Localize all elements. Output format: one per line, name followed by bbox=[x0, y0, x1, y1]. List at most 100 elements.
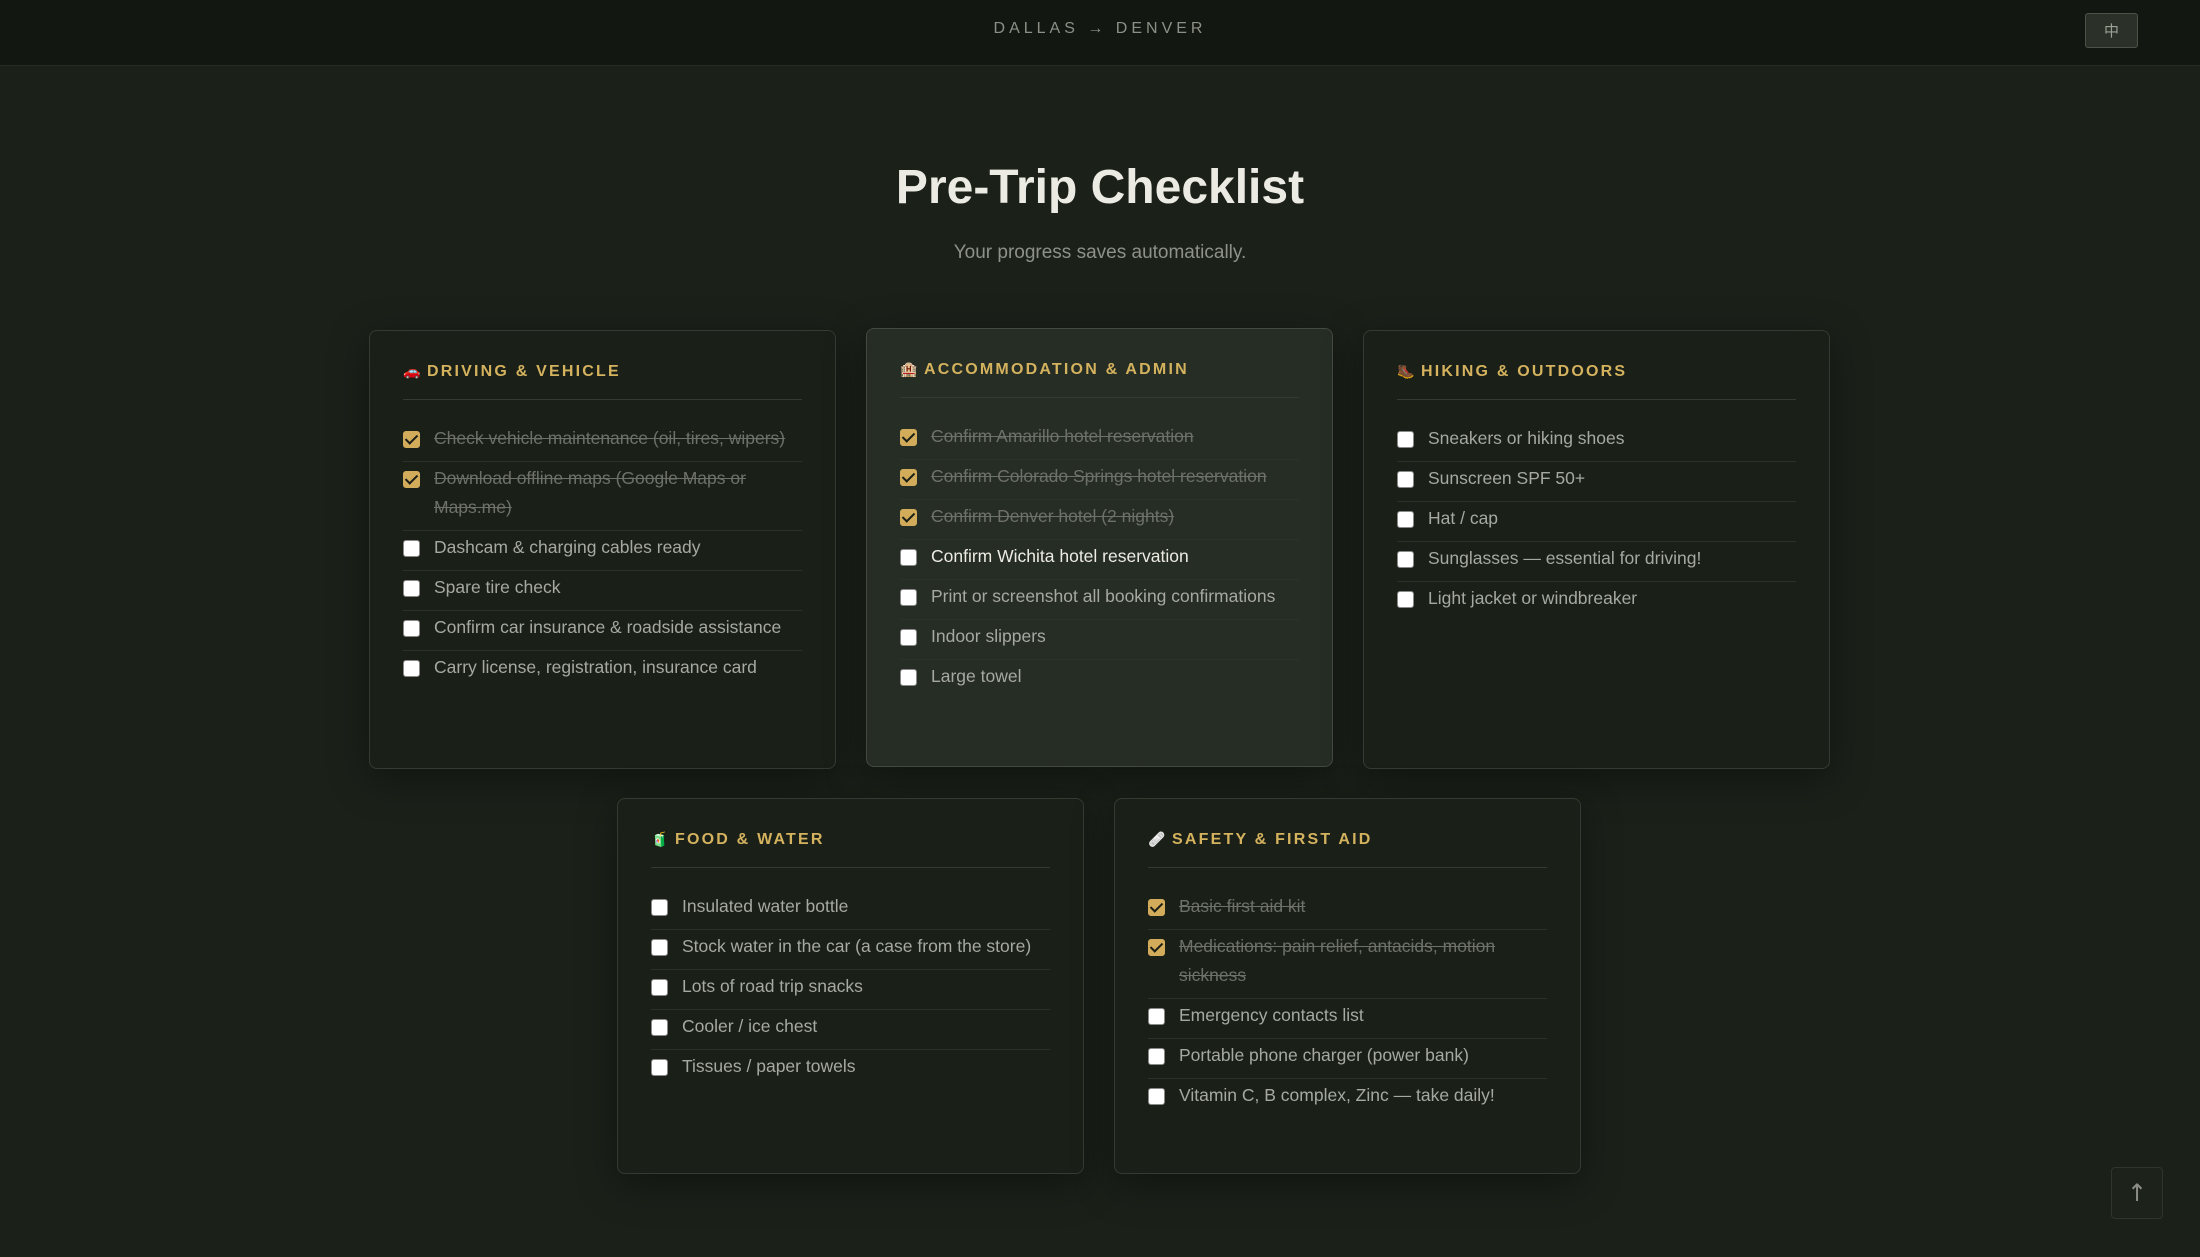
checklist-item[interactable]: Lots of road trip snacks bbox=[651, 970, 1050, 1010]
checklist-item[interactable]: Download offline maps (Google Maps or Ma… bbox=[403, 462, 802, 531]
checklist-item-label: Indoor slippers bbox=[931, 626, 1046, 646]
checklist-item[interactable]: Cooler / ice chest bbox=[651, 1010, 1050, 1050]
card-title: HIKING & OUTDOORS bbox=[1421, 363, 1628, 380]
checklist-item-label: Tissues / paper towels bbox=[682, 1056, 856, 1076]
checklist-item[interactable]: Sneakers or hiking shoes bbox=[1397, 422, 1796, 462]
checklist-item[interactable]: Check vehicle maintenance (oil, tires, w… bbox=[403, 422, 802, 462]
checklist-item-label: Confirm Wichita hotel reservation bbox=[931, 546, 1189, 566]
card-header: 🚗 DRIVING & VEHICLE bbox=[403, 363, 802, 400]
checklist-item[interactable]: Carry license, registration, insurance c… bbox=[403, 651, 802, 690]
checkbox[interactable] bbox=[1148, 1008, 1165, 1025]
checklist-item[interactable]: Indoor slippers bbox=[900, 620, 1299, 660]
checklist-item-label: Confirm car insurance & roadside assista… bbox=[434, 617, 782, 637]
checkbox[interactable] bbox=[651, 899, 668, 916]
drink-icon: 🧃 bbox=[651, 832, 669, 848]
checkbox[interactable] bbox=[1397, 431, 1414, 448]
checklist-item[interactable]: Confirm Wichita hotel reservation bbox=[900, 540, 1299, 580]
checklist-item-label: Check vehicle maintenance (oil, tires, w… bbox=[434, 428, 786, 448]
card-safety-first-aid: 🩹 SAFETY & FIRST AID Basic first aid kit Me… bbox=[1114, 798, 1581, 1174]
checklist-item-label: Sneakers or hiking shoes bbox=[1428, 428, 1625, 448]
checklist-item[interactable]: Spare tire check bbox=[403, 571, 802, 611]
checklist-item-label: Confirm Colorado Springs hotel reservati… bbox=[931, 466, 1267, 486]
checklist-item-label: Carry license, registration, insurance c… bbox=[434, 657, 757, 677]
checklist-item[interactable]: Dashcam & charging cables ready bbox=[403, 531, 802, 571]
card-title: DRIVING & VEHICLE bbox=[427, 363, 621, 380]
checklist-item-label: Dashcam & charging cables ready bbox=[434, 537, 701, 557]
checkbox-checked[interactable] bbox=[403, 471, 420, 488]
checklist-item-label: Large towel bbox=[931, 666, 1022, 686]
checkbox-checked[interactable] bbox=[900, 429, 917, 446]
checklist-item-label: Cooler / ice chest bbox=[682, 1016, 818, 1036]
checkbox[interactable] bbox=[651, 1059, 668, 1076]
checklist-item-label: Vitamin C, B complex, Zinc — take daily! bbox=[1179, 1085, 1495, 1105]
card-title: ACCOMMODATION & ADMIN bbox=[924, 361, 1189, 378]
card-accommodation-admin: 🏨 ACCOMMODATION & ADMIN Confirm Amarillo h… bbox=[866, 328, 1333, 767]
checklist-item[interactable]: Confirm Denver hotel (2 nights) bbox=[900, 500, 1299, 540]
page-title: Pre-Trip Checklist bbox=[895, 161, 1305, 214]
checklist: Confirm Amarillo hotel reservation Confir… bbox=[900, 420, 1299, 699]
checkbox[interactable] bbox=[403, 660, 420, 677]
hotel-icon: 🏨 bbox=[900, 362, 918, 378]
checkbox-checked[interactable] bbox=[403, 431, 420, 448]
checklist-item[interactable]: Vitamin C, B complex, Zinc — take daily! bbox=[1148, 1079, 1547, 1118]
checkbox-checked[interactable] bbox=[1148, 939, 1165, 956]
checklist-item[interactable]: Basic first aid kit bbox=[1148, 890, 1547, 930]
checklist-item-label: Portable phone charger (power bank) bbox=[1179, 1045, 1469, 1065]
checkbox[interactable] bbox=[1397, 551, 1414, 568]
checklist-item[interactable]: Sunglasses — essential for driving! bbox=[1397, 542, 1796, 582]
checklist-item[interactable]: Insulated water bottle bbox=[651, 890, 1050, 930]
checklist-item[interactable]: Confirm car insurance & roadside assista… bbox=[403, 611, 802, 651]
checklist-item-label: Sunglasses — essential for driving! bbox=[1428, 548, 1702, 568]
hiking-boot-icon: 🥾 bbox=[1397, 364, 1415, 380]
checklist-item[interactable]: Emergency contacts list bbox=[1148, 999, 1547, 1039]
checkbox[interactable] bbox=[403, 620, 420, 637]
checklist: Basic first aid kit Medications: pain rel… bbox=[1148, 890, 1547, 1118]
checklist-item-label: Download offline maps (Google Maps or Ma… bbox=[434, 468, 746, 517]
checklist-item[interactable]: Tissues / paper towels bbox=[651, 1050, 1050, 1089]
checklist-item[interactable]: Stock water in the car (a case from the … bbox=[651, 930, 1050, 970]
card-header: 🏨 ACCOMMODATION & ADMIN bbox=[900, 361, 1299, 398]
checkbox[interactable] bbox=[1148, 1048, 1165, 1065]
checklist-item[interactable]: Portable phone charger (power bank) bbox=[1148, 1039, 1547, 1079]
checkbox[interactable] bbox=[651, 939, 668, 956]
checkbox[interactable] bbox=[651, 979, 668, 996]
checkbox[interactable] bbox=[1397, 511, 1414, 528]
checklist-item[interactable]: Sunscreen SPF 50+ bbox=[1397, 462, 1796, 502]
card-hiking-outdoors: 🥾 HIKING & OUTDOORS Sneakers or hiking sho… bbox=[1363, 330, 1830, 769]
checkbox-checked[interactable] bbox=[900, 469, 917, 486]
checklist: Sneakers or hiking shoes Sunscreen SPF 50… bbox=[1397, 422, 1796, 621]
checkbox[interactable] bbox=[403, 580, 420, 597]
checkbox[interactable] bbox=[651, 1019, 668, 1036]
checklist-item-label: Stock water in the car (a case from the … bbox=[682, 936, 1032, 956]
card-driving-vehicle: 🚗 DRIVING & VEHICLE Check vehicle maintena… bbox=[369, 330, 836, 769]
card-title: SAFETY & FIRST AID bbox=[1172, 831, 1373, 848]
checkbox-checked[interactable] bbox=[1148, 899, 1165, 916]
card-title: FOOD & WATER bbox=[675, 831, 825, 848]
checklist-item[interactable]: Large towel bbox=[900, 660, 1299, 699]
checkbox[interactable] bbox=[900, 669, 917, 686]
checklist-item[interactable]: Medications: pain relief, antacids, moti… bbox=[1148, 930, 1547, 999]
language-toggle-button[interactable]: 中 bbox=[2085, 13, 2138, 48]
checkbox[interactable] bbox=[900, 549, 917, 566]
checklist-item[interactable]: Confirm Amarillo hotel reservation bbox=[900, 420, 1299, 460]
checklist-item-label: Medications: pain relief, antacids, moti… bbox=[1179, 936, 1496, 985]
checkbox[interactable] bbox=[403, 540, 420, 557]
scroll-to-top-button[interactable]: ↑ bbox=[2111, 1167, 2163, 1219]
checkbox[interactable] bbox=[1397, 471, 1414, 488]
checklist-item[interactable]: Print or screenshot all booking confirma… bbox=[900, 580, 1299, 620]
checklist-item[interactable]: Hat / cap bbox=[1397, 502, 1796, 542]
checklist-item[interactable]: Confirm Colorado Springs hotel reservati… bbox=[900, 460, 1299, 500]
checkbox[interactable] bbox=[900, 629, 917, 646]
checkbox[interactable] bbox=[900, 589, 917, 606]
checklist-item[interactable]: Light jacket or windbreaker bbox=[1397, 582, 1796, 621]
checkbox-checked[interactable] bbox=[900, 509, 917, 526]
top-bar: DALLAS → DENVER 中 bbox=[0, 0, 2200, 66]
checkbox[interactable] bbox=[1397, 591, 1414, 608]
checklist: Check vehicle maintenance (oil, tires, w… bbox=[403, 422, 802, 690]
checklist-item-label: Print or screenshot all booking confirma… bbox=[931, 586, 1276, 606]
checklist-item-label: Basic first aid kit bbox=[1179, 896, 1306, 916]
checkbox[interactable] bbox=[1148, 1088, 1165, 1105]
checklist-item-label: Emergency contacts list bbox=[1179, 1005, 1364, 1025]
checklist-item-label: Hat / cap bbox=[1428, 508, 1499, 528]
checklist-item-label: Confirm Denver hotel (2 nights) bbox=[931, 506, 1175, 526]
